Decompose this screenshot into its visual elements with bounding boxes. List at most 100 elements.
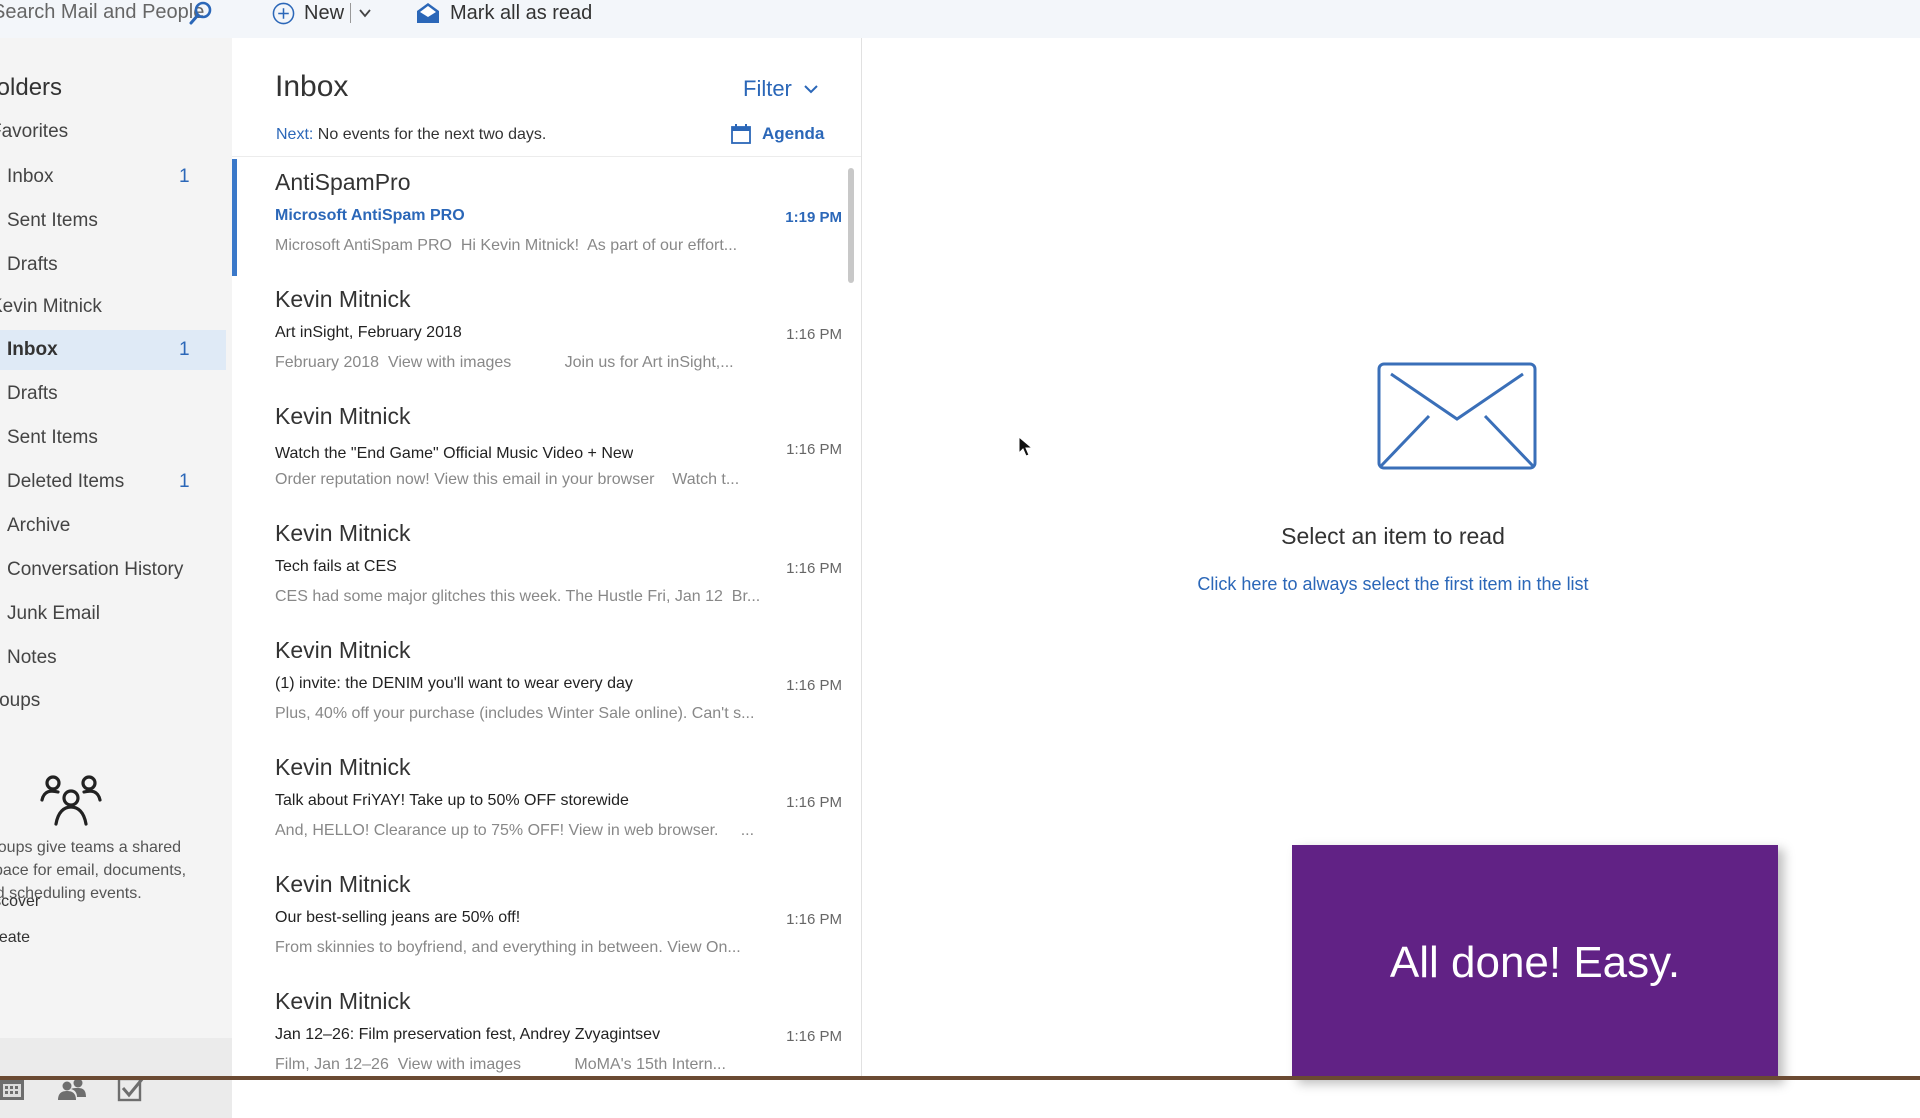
message-item[interactable]: Kevin Mitnick Tech fails at CES 1:16 PM … (232, 510, 842, 627)
message-sender: Kevin Mitnick (275, 988, 410, 1015)
folder-label: Archive (7, 515, 70, 537)
favorite-sent-items[interactable]: Sent Items (0, 201, 226, 241)
folder-label: Drafts (7, 383, 58, 405)
message-preview: Order reputation now! View this email in… (275, 471, 739, 489)
folder-label: Inbox (7, 166, 53, 188)
folder-notes[interactable]: Notes (0, 638, 226, 678)
new-label: New (304, 2, 344, 25)
message-subject: Our best-selling jeans are 50% off! (275, 909, 520, 927)
mark-all-read-label: Mark all as read (450, 2, 592, 25)
unread-count: 1 (179, 339, 190, 361)
next-label: Next: (276, 126, 313, 143)
message-time: 1:16 PM (786, 911, 842, 928)
mouse-cursor-icon (1018, 436, 1034, 458)
folder-label: Deleted Items (7, 471, 124, 493)
empty-state-text: Select an item to read (1281, 523, 1505, 550)
list-title: Inbox (275, 70, 348, 104)
message-subject: Microsoft AntiSpam PRO (275, 207, 465, 225)
discover-link[interactable]: Discover (0, 893, 40, 911)
groups-desc-line: space for email, documents, (0, 859, 187, 882)
folders-heading[interactable]: Folders (0, 74, 62, 102)
account-heading[interactable]: Kevin Mitnick (0, 296, 102, 318)
message-subject: Art inSight, February 2018 (275, 324, 462, 342)
message-item[interactable]: Kevin Mitnick Jan 12–26: Film preservati… (232, 978, 842, 1080)
empty-state-title: Select an item to read (798, 523, 1920, 550)
folder-inbox[interactable]: Inbox 1 (0, 330, 226, 370)
create-link[interactable]: Create (0, 929, 30, 947)
next-events: Next: No events for the next two days. (276, 126, 546, 144)
folder-junk-email[interactable]: Junk Email (0, 594, 226, 634)
message-preview: February 2018 View with images Join us f… (275, 354, 734, 372)
message-preview: CES had some major glitches this week. T… (275, 588, 760, 606)
search-icon (188, 0, 214, 26)
agenda-label: Agenda (762, 124, 824, 144)
chevron-down-icon (804, 84, 818, 94)
chevron-down-icon[interactable] (358, 6, 372, 20)
message-preview: Film, Jan 12–26 View with images MoMA's … (275, 1056, 726, 1074)
groups-heading[interactable]: Groups (0, 690, 40, 712)
always-select-first-link[interactable]: Click here to always select the first it… (798, 574, 1920, 595)
message-subject: Jan 12–26: Film preservation fest, Andre… (275, 1026, 660, 1044)
calendar-icon (730, 123, 752, 145)
folder-drafts[interactable]: Drafts (0, 374, 226, 414)
plus-circle-icon (272, 2, 295, 25)
message-time: 1:19 PM (785, 209, 842, 226)
message-sender: Kevin Mitnick (275, 403, 410, 430)
caption-overlay: All done! Easy. (1292, 845, 1778, 1080)
message-sender: Kevin Mitnick (275, 520, 410, 547)
message-sender: Kevin Mitnick (275, 871, 410, 898)
filter-button[interactable]: Filter (743, 76, 818, 102)
message-time: 1:16 PM (786, 441, 842, 458)
favorites-heading[interactable]: Favorites (0, 121, 68, 143)
folder-label: Drafts (7, 254, 58, 276)
divider (350, 3, 351, 23)
unread-count: 1 (179, 471, 190, 493)
agenda-button[interactable]: Agenda (730, 123, 824, 145)
groups-desc-line: Groups give teams a shared (0, 836, 181, 859)
message-item[interactable]: AntiSpamPro Microsoft AntiSpam PRO 1:19 … (232, 159, 842, 276)
folder-deleted-items[interactable]: Deleted Items 1 (0, 462, 226, 502)
message-list-pane: Inbox Filter Next: No events for the nex… (232, 38, 862, 1080)
bottom-edge (0, 1076, 1920, 1080)
message-preview: Plus, 40% off your purchase (includes Wi… (275, 705, 754, 723)
message-sender: Kevin Mitnick (275, 286, 410, 313)
message-sender: Kevin Mitnick (275, 637, 410, 664)
folder-label: Sent Items (7, 427, 98, 449)
message-subject: Talk about FriYAY! Take up to 50% OFF st… (275, 792, 629, 810)
open-envelope-icon (416, 2, 440, 24)
search-input[interactable]: Search Mail and People (0, 0, 204, 26)
search-button[interactable] (188, 0, 214, 26)
message-preview: From skinnies to boyfriend, and everythi… (275, 939, 741, 957)
unread-count: 1 (179, 166, 190, 188)
folder-sent-items[interactable]: Sent Items (0, 418, 226, 458)
folder-label: Conversation History (7, 559, 183, 581)
folder-label: Sent Items (7, 210, 98, 232)
message-time: 1:16 PM (786, 1028, 842, 1045)
message-item[interactable]: Kevin Mitnick Watch the "End Game" Offic… (232, 393, 842, 510)
message-item[interactable]: Kevin Mitnick (1) invite: the DENIM you'… (232, 627, 842, 744)
message-time: 1:16 PM (786, 677, 842, 694)
message-subject: Tech fails at CES (275, 558, 397, 576)
message-preview: Microsoft AntiSpam PRO Hi Kevin Mitnick!… (275, 237, 737, 255)
message-item[interactable]: Kevin Mitnick Our best-selling jeans are… (232, 861, 842, 978)
message-sender: Kevin Mitnick (275, 754, 410, 781)
folder-label: Notes (7, 647, 57, 669)
folder-conversation-history[interactable]: Conversation History (0, 550, 226, 590)
scrollbar-thumb[interactable] (848, 168, 854, 283)
next-text: No events for the next two days. (318, 126, 547, 143)
message-item[interactable]: Kevin Mitnick Art inSight, February 2018… (232, 276, 842, 393)
favorite-inbox[interactable]: Inbox 1 (0, 157, 226, 197)
new-button[interactable]: New (272, 0, 372, 26)
message-time: 1:16 PM (786, 794, 842, 811)
filter-label: Filter (743, 76, 792, 102)
groups-icon (40, 774, 102, 826)
folder-label: Inbox (7, 339, 58, 361)
mark-all-read-button[interactable]: Mark all as read (416, 0, 592, 26)
envelope-icon (1377, 362, 1537, 470)
message-item[interactable]: Kevin Mitnick Talk about FriYAY! Take up… (232, 744, 842, 861)
folder-archive[interactable]: Archive (0, 506, 226, 546)
message-subject: Watch the "End Game" Official Music Vide… (275, 445, 633, 463)
folder-label: Junk Email (7, 603, 100, 625)
message-time: 1:16 PM (786, 326, 842, 343)
favorite-drafts[interactable]: Drafts (0, 245, 226, 285)
